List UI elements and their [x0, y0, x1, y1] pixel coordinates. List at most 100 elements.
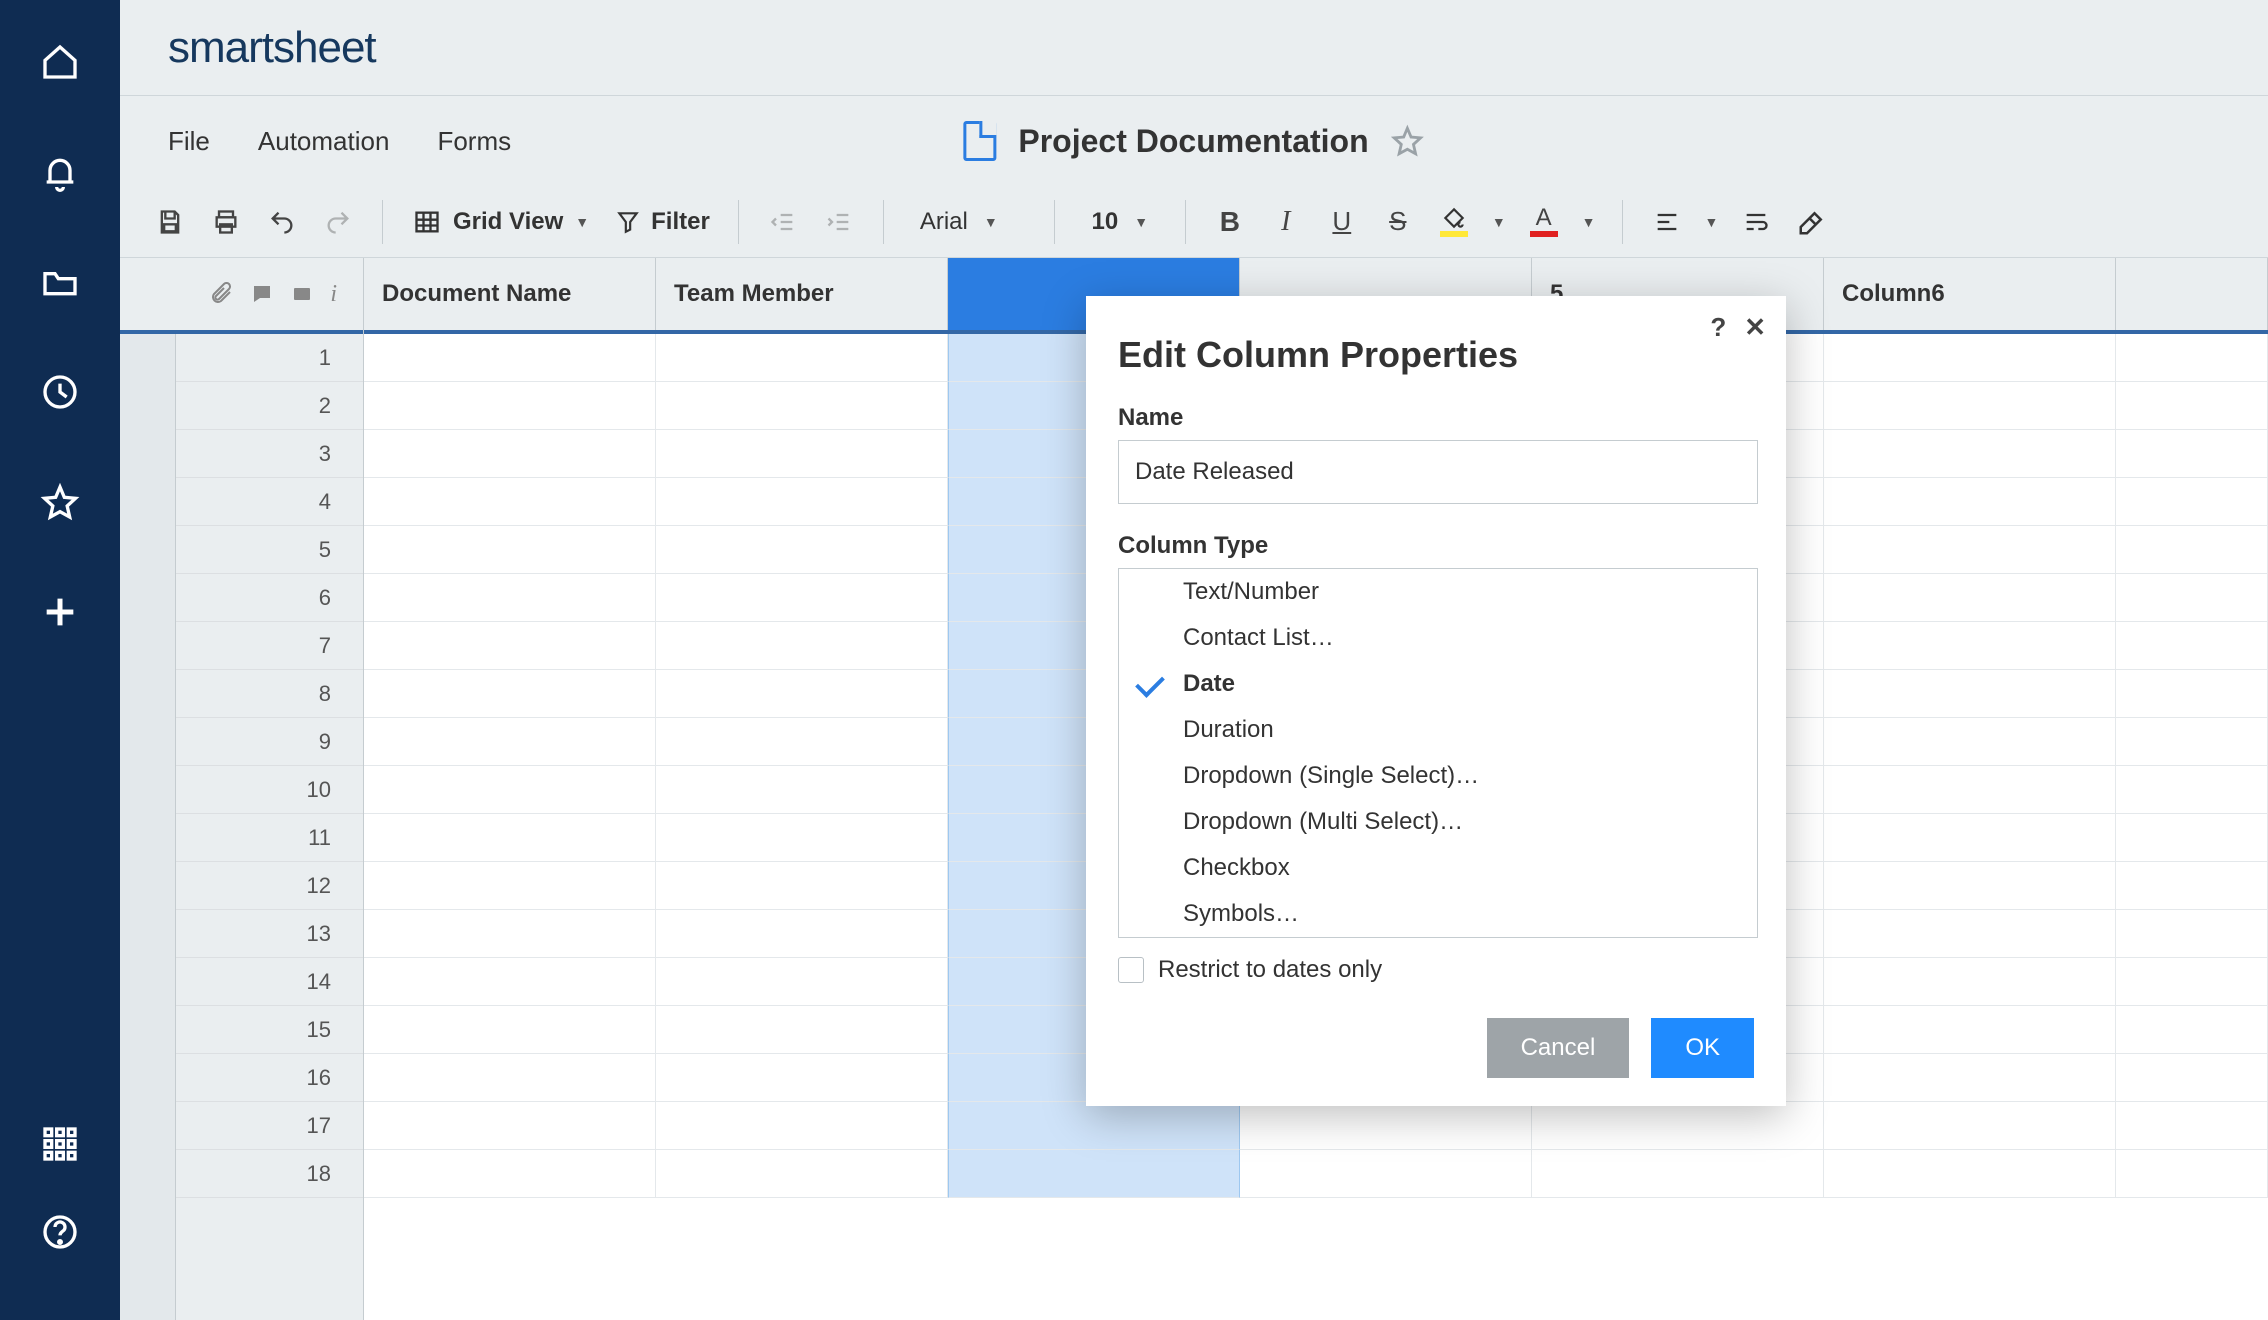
view-switcher[interactable]: Grid View ▼: [403, 208, 599, 236]
row-number[interactable]: 14: [176, 958, 363, 1006]
cell[interactable]: [2116, 1006, 2268, 1054]
row-number[interactable]: 2: [176, 382, 363, 430]
column-header[interactable]: [2116, 258, 2268, 330]
attachments-icon[interactable]: [210, 282, 234, 306]
cell[interactable]: [1824, 430, 2116, 478]
cell[interactable]: [2116, 430, 2268, 478]
cell[interactable]: [364, 622, 656, 670]
cell[interactable]: [1824, 1054, 2116, 1102]
cell[interactable]: [1824, 622, 2116, 670]
column-header[interactable]: Document Name: [364, 258, 656, 330]
cell[interactable]: [948, 1150, 1240, 1198]
cell[interactable]: [364, 1054, 656, 1102]
cell[interactable]: [1824, 334, 2116, 382]
cell[interactable]: [2116, 766, 2268, 814]
cell[interactable]: [656, 814, 948, 862]
menu-forms[interactable]: Forms: [437, 126, 511, 157]
column-type-option[interactable]: Dropdown (Multi Select)…: [1119, 799, 1757, 845]
cell[interactable]: [656, 382, 948, 430]
cell[interactable]: [656, 622, 948, 670]
cell[interactable]: [1824, 382, 2116, 430]
cell[interactable]: [2116, 1102, 2268, 1150]
notifications-icon[interactable]: [38, 150, 82, 194]
cell[interactable]: [948, 1102, 1240, 1150]
create-icon[interactable]: [38, 590, 82, 634]
cell[interactable]: [2116, 670, 2268, 718]
cell[interactable]: [364, 334, 656, 382]
filter-button[interactable]: Filter: [607, 208, 718, 236]
cell[interactable]: [656, 430, 948, 478]
italic-icon[interactable]: I: [1262, 198, 1310, 246]
cell[interactable]: [364, 814, 656, 862]
row-number[interactable]: 4: [176, 478, 363, 526]
cell[interactable]: [1824, 910, 2116, 958]
row-number[interactable]: 17: [176, 1102, 363, 1150]
cell[interactable]: [364, 526, 656, 574]
dialog-close-icon[interactable]: ✕: [1744, 312, 1766, 343]
cell[interactable]: [2116, 1054, 2268, 1102]
cell[interactable]: [1532, 1102, 1824, 1150]
comments-icon[interactable]: [250, 282, 274, 306]
cell[interactable]: [656, 958, 948, 1006]
cell[interactable]: [1240, 1150, 1532, 1198]
row-number[interactable]: 9: [176, 718, 363, 766]
cell[interactable]: [1824, 862, 2116, 910]
ok-button[interactable]: OK: [1651, 1018, 1754, 1078]
dialog-help-icon[interactable]: ?: [1710, 312, 1726, 343]
cell[interactable]: [656, 766, 948, 814]
cell[interactable]: [2116, 622, 2268, 670]
restrict-checkbox[interactable]: [1118, 957, 1144, 983]
proof-icon[interactable]: [290, 282, 314, 306]
cell[interactable]: [364, 430, 656, 478]
row-number[interactable]: 8: [176, 670, 363, 718]
cell[interactable]: [1240, 1102, 1532, 1150]
cell[interactable]: [364, 862, 656, 910]
cell[interactable]: [364, 910, 656, 958]
cell[interactable]: [2116, 1150, 2268, 1198]
row-number[interactable]: 5: [176, 526, 363, 574]
column-header[interactable]: Column6: [1824, 258, 2116, 330]
cell[interactable]: [1824, 958, 2116, 1006]
cell[interactable]: [656, 1150, 948, 1198]
cell[interactable]: [656, 526, 948, 574]
cell[interactable]: [656, 670, 948, 718]
save-icon[interactable]: [146, 198, 194, 246]
font-size-select[interactable]: 10 ▼: [1075, 208, 1165, 236]
cancel-button[interactable]: Cancel: [1487, 1018, 1630, 1078]
row-number[interactable]: 11: [176, 814, 363, 862]
cell[interactable]: [364, 958, 656, 1006]
bold-icon[interactable]: B: [1206, 198, 1254, 246]
row-number[interactable]: 6: [176, 574, 363, 622]
cell[interactable]: [656, 574, 948, 622]
cell[interactable]: [364, 574, 656, 622]
caret-down-icon[interactable]: ▼: [1576, 214, 1602, 230]
cell[interactable]: [656, 718, 948, 766]
row-number[interactable]: 15: [176, 1006, 363, 1054]
cell[interactable]: [2116, 718, 2268, 766]
align-button[interactable]: [1643, 198, 1691, 246]
row-number[interactable]: 16: [176, 1054, 363, 1102]
fill-color-button[interactable]: [1430, 198, 1478, 246]
cell[interactable]: [364, 1102, 656, 1150]
cell[interactable]: [1824, 526, 2116, 574]
cell[interactable]: [364, 718, 656, 766]
row-number[interactable]: 1: [176, 334, 363, 382]
recents-icon[interactable]: [38, 370, 82, 414]
strikethrough-icon[interactable]: S: [1374, 198, 1422, 246]
favorites-icon[interactable]: [38, 480, 82, 524]
undo-icon[interactable]: [258, 198, 306, 246]
sheet-title[interactable]: Project Documentation: [1018, 123, 1368, 160]
cell[interactable]: [2116, 958, 2268, 1006]
cell[interactable]: [656, 1054, 948, 1102]
text-color-button[interactable]: A: [1520, 198, 1568, 246]
column-type-option[interactable]: Text/Number: [1119, 569, 1757, 615]
cell[interactable]: [364, 670, 656, 718]
cell[interactable]: [2116, 910, 2268, 958]
help-icon[interactable]: [38, 1210, 82, 1254]
cell[interactable]: [1824, 670, 2116, 718]
cell[interactable]: [656, 1102, 948, 1150]
clear-format-icon[interactable]: [1788, 198, 1836, 246]
cell[interactable]: [2116, 814, 2268, 862]
cell[interactable]: [2116, 526, 2268, 574]
cell[interactable]: [656, 910, 948, 958]
